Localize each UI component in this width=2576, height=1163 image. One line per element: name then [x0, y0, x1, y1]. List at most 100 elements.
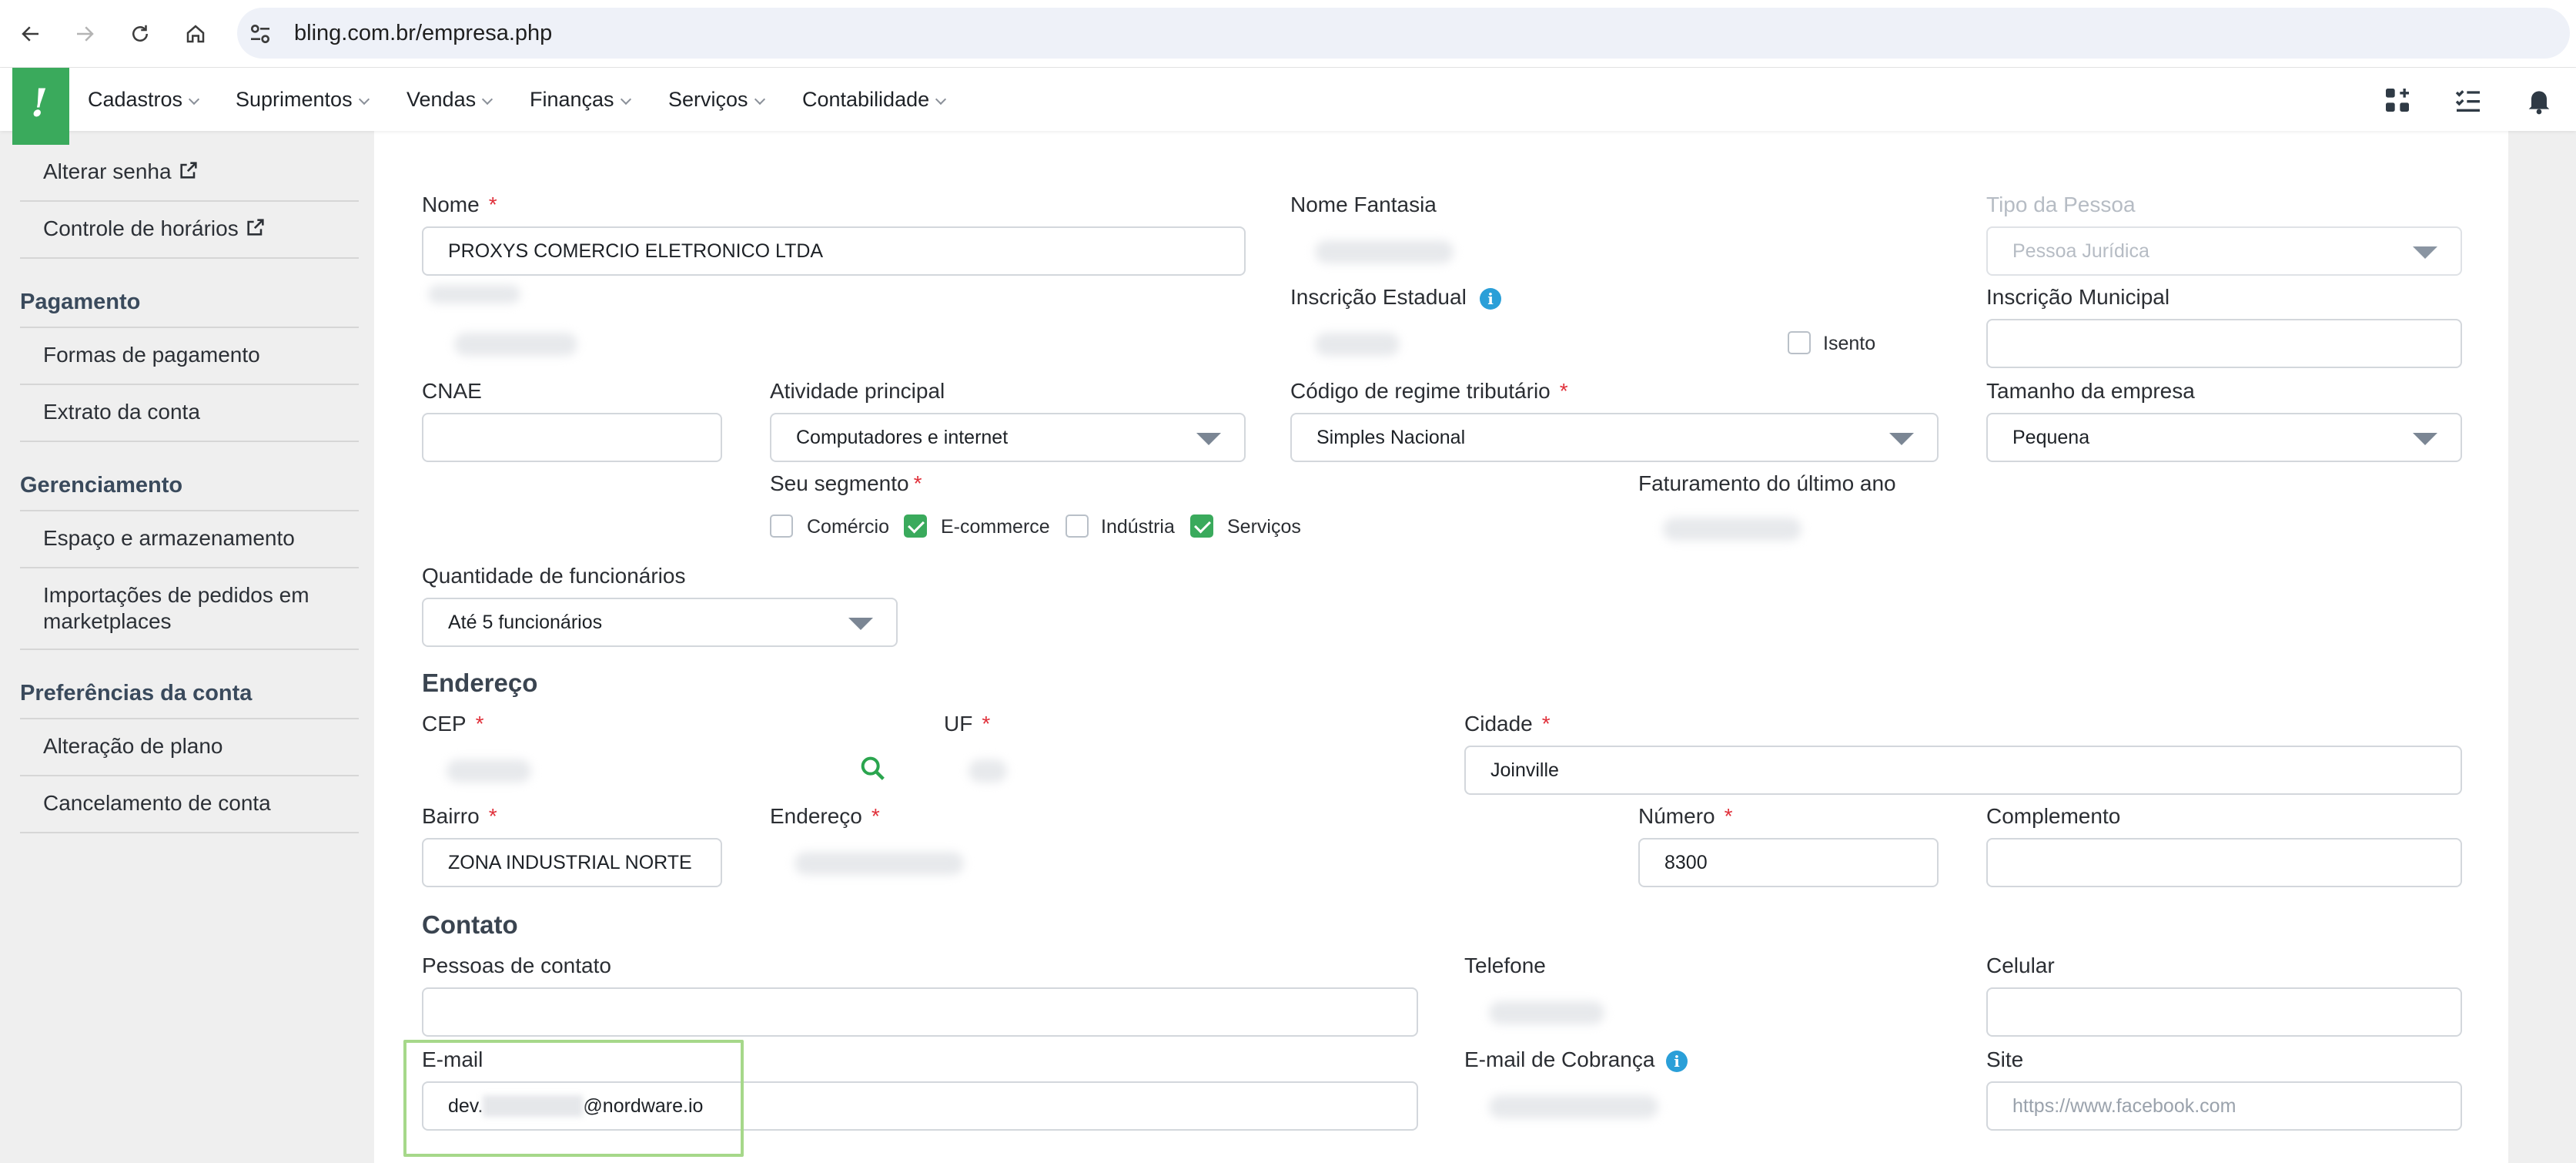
divider [20, 384, 359, 385]
pessoas-contato-label: Pessoas de contato [422, 954, 611, 977]
nome-input[interactable]: PROXYS COMERCIO ELETRONICO LTDA [422, 226, 1246, 276]
isento-label: Isento [1823, 333, 1876, 354]
home-icon[interactable] [179, 17, 212, 51]
celular-label: Celular [1986, 954, 2055, 977]
section-title-contato: Contato [422, 910, 518, 939]
info-icon[interactable]: i [1666, 1051, 1688, 1072]
numero-input[interactable]: 8300 [1638, 838, 1939, 887]
dropdown-arrow-icon [2413, 246, 2437, 259]
atividade-select[interactable]: Computadores e internet [770, 413, 1246, 462]
bairro-input[interactable]: ZONA INDUSTRIAL NORTE [422, 838, 722, 887]
dropdown-arrow-icon [1889, 433, 1914, 445]
add-app-icon[interactable] [2382, 85, 2413, 116]
menu-contabilidade[interactable]: Contabilidade [802, 68, 947, 131]
divider [20, 832, 359, 833]
sidebar-item-extrato[interactable]: Extrato da conta [43, 399, 200, 425]
cnae-label: CNAE [422, 379, 482, 403]
section-title-endereco: Endereço [422, 669, 538, 697]
complemento-label: Complemento [1986, 804, 2121, 828]
sidebar-item-espaco[interactable]: Espaço e armazenamento [43, 525, 295, 551]
faturamento-label: Faturamento do último ano [1638, 471, 1896, 495]
search-icon[interactable] [858, 753, 888, 784]
sidebar-item-cancelamento[interactable]: Cancelamento de conta [43, 790, 271, 816]
segmento-servicos-label: Serviços [1227, 516, 1301, 538]
menu-suprimentos[interactable]: Suprimentos [236, 68, 370, 131]
uf-label: UF * [944, 712, 991, 736]
divider [20, 327, 359, 328]
address-bar[interactable]: bling.com.br/empresa.php [237, 8, 2570, 59]
tamanho-select[interactable]: Pequena [1986, 413, 2462, 462]
telefone-label: Telefone [1464, 954, 1546, 977]
tipo-pessoa-select: Pessoa Jurídica [1986, 226, 2462, 276]
nome-fantasia-input[interactable] [1290, 226, 1937, 276]
regime-label: Código de regime tributário * [1290, 379, 1568, 403]
segmento-servicos-checkbox[interactable] [1190, 514, 1213, 538]
divider [20, 567, 359, 568]
tamanho-label: Tamanho da empresa [1986, 379, 2195, 403]
celular-input[interactable] [1986, 987, 2462, 1037]
sidebar-item-formas-pagamento[interactable]: Formas de pagamento [43, 342, 260, 368]
nome-fantasia-label: Nome Fantasia [1290, 193, 1437, 216]
sidebar-heading-pagamento: Pagamento [20, 290, 141, 314]
cnae-input[interactable] [422, 413, 722, 462]
reload-icon[interactable] [123, 17, 157, 51]
endereco-label: Endereço * [770, 804, 880, 828]
cep-label: CEP * [422, 712, 484, 736]
nome-label: Nome * [422, 193, 497, 216]
cidade-input[interactable]: Joinville [1464, 746, 2462, 795]
uf-select[interactable] [944, 746, 1398, 795]
dropdown-arrow-icon [848, 618, 873, 630]
segmento-comercio-checkbox[interactable] [770, 514, 793, 538]
bell-icon[interactable] [2524, 85, 2554, 116]
inscricao-municipal-input[interactable] [1986, 319, 2462, 368]
segmento-comercio-label: Comércio [807, 516, 889, 538]
chevron-down-icon [620, 93, 631, 106]
divider [20, 510, 359, 511]
isento-checkbox[interactable] [1788, 331, 1811, 354]
tasks-icon[interactable] [2453, 85, 2484, 116]
settings-sidebar: Alterar senha Controle de horários Pagam… [0, 131, 359, 1163]
inscricao-estadual-input[interactable] [1290, 319, 1752, 368]
forward-icon[interactable] [68, 17, 102, 51]
sidebar-heading-preferencias: Preferências da conta [20, 681, 253, 706]
telefone-input[interactable] [1464, 987, 1942, 1037]
faturamento-select[interactable] [1638, 504, 2270, 553]
cidade-label: Cidade * [1464, 712, 1551, 736]
sidebar-item-importacoes[interactable]: Importações de pedidos em marketplaces [43, 582, 309, 635]
blurred-label [428, 285, 520, 303]
regime-select[interactable]: Simples Nacional [1290, 413, 1939, 462]
segmento-industria-checkbox[interactable] [1066, 514, 1089, 538]
email-input[interactable]: dev. @nordware.io [422, 1081, 1418, 1131]
pessoas-contato-input[interactable] [422, 987, 1418, 1037]
menu-servicos[interactable]: Serviços [668, 68, 765, 131]
sidebar-item-alterar-senha[interactable]: Alterar senha [43, 159, 199, 185]
endereco-input[interactable] [770, 838, 1601, 887]
info-icon[interactable]: i [1480, 288, 1501, 310]
browser-toolbar: bling.com.br/empresa.php [0, 0, 2576, 68]
company-form-panel: Nome * PROXYS COMERCIO ELETRONICO LTDA No… [374, 131, 2508, 1163]
segmento-ecommerce-label: E-commerce [941, 516, 1050, 538]
blurred-input[interactable] [422, 319, 1246, 368]
external-link-icon [247, 219, 264, 236]
bairro-label: Bairro * [422, 804, 497, 828]
back-icon[interactable] [14, 17, 48, 51]
divider [20, 257, 359, 259]
bling-logo[interactable]: ! [12, 68, 69, 145]
divider [20, 718, 359, 719]
chevron-down-icon [935, 93, 947, 106]
email-cobranca-input[interactable] [1464, 1081, 1942, 1131]
segmento-ecommerce-checkbox[interactable] [904, 514, 927, 538]
divider [20, 775, 359, 776]
menu-cadastros[interactable]: Cadastros [88, 68, 200, 131]
sidebar-item-alteracao-plano[interactable]: Alteração de plano [43, 733, 223, 759]
menu-vendas[interactable]: Vendas [406, 68, 493, 131]
complemento-input[interactable] [1986, 838, 2462, 887]
chevron-down-icon [482, 93, 493, 106]
sidebar-item-controle-horarios[interactable]: Controle de horários [43, 216, 266, 242]
site-settings-icon[interactable] [248, 22, 273, 46]
chevron-down-icon [754, 93, 765, 106]
site-input[interactable]: https://www.facebook.com [1986, 1081, 2462, 1131]
cep-input[interactable] [422, 746, 884, 795]
menu-financas[interactable]: Finanças [530, 68, 631, 131]
funcionarios-select[interactable]: Até 5 funcionários [422, 598, 898, 647]
